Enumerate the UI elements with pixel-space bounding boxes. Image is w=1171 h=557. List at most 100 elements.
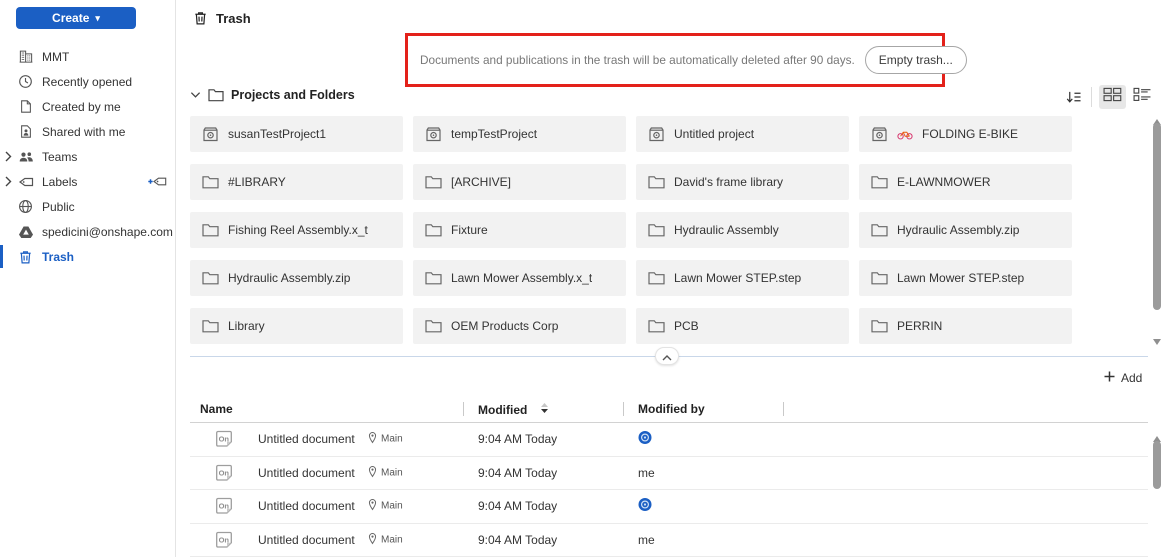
folder-icon: [208, 88, 224, 102]
column-divider[interactable]: [783, 402, 784, 416]
document-name: Untitled document: [258, 533, 355, 547]
card-name: Fixture: [451, 223, 488, 237]
create-button[interactable]: Create ▾: [16, 7, 136, 29]
empty-trash-button[interactable]: Empty trash...: [865, 46, 967, 74]
folder-card-perrin[interactable]: PERRIN: [859, 308, 1072, 344]
scrollbar-thumb[interactable]: [1153, 441, 1161, 489]
sidebar-item-label: spedicini@onshape.com: [42, 225, 173, 239]
modified-by: [638, 431, 652, 448]
sidebar-item-teams[interactable]: Teams: [0, 144, 175, 169]
sidebar-item-shared-with-me[interactable]: Shared with me: [0, 119, 175, 144]
sidebar-item-label: Public: [42, 200, 75, 214]
project-icon: [871, 126, 888, 142]
sidebar-item-trash[interactable]: Trash: [0, 244, 175, 269]
scroll-down-arrow[interactable]: [1153, 332, 1161, 338]
document-row[interactable]: OnUntitled documentMain9:04 AM Today: [190, 423, 1148, 457]
card-name: PERRIN: [897, 319, 942, 333]
sidebar-item-label: Recently opened: [42, 75, 132, 89]
modified-by: [638, 498, 652, 515]
add-button-label: Add: [1121, 371, 1142, 385]
folder-card-pcb[interactable]: PCB: [636, 308, 849, 344]
page-header: Trash: [193, 10, 251, 26]
document-row[interactable]: OnUntitled documentMain9:04 AM Todayme: [190, 457, 1148, 491]
sidebar-item-label: Labels: [42, 175, 77, 189]
sidebar-item-public[interactable]: Public: [0, 194, 175, 219]
folder-card-hydraulic-assembly[interactable]: Hydraulic Assembly: [636, 212, 849, 248]
list-view-button[interactable]: [1129, 85, 1156, 109]
workspace-label: Main: [381, 534, 403, 545]
scrollbar-thumb[interactable]: [1153, 123, 1161, 310]
column-header-modified-by[interactable]: Modified by: [638, 402, 705, 416]
folder-icon: [648, 271, 665, 285]
document-row[interactable]: OnUntitled documentMain9:04 AM Today: [190, 490, 1148, 524]
workspace-label: Main: [381, 467, 403, 478]
column-divider[interactable]: [463, 402, 464, 416]
folder-icon: [202, 223, 219, 237]
column-header-name[interactable]: Name: [200, 402, 233, 416]
folder-icon: [425, 319, 442, 333]
sidebar-item-spedicini-onshape-com[interactable]: spedicini@onshape.com: [0, 219, 175, 244]
folders-scrollbar[interactable]: [1149, 110, 1165, 358]
folder-icon: [871, 319, 888, 333]
document-row[interactable]: OnUntitled documentMain9:04 AM Todayme: [190, 524, 1148, 557]
folder-card-hydraulic-assembly-zip[interactable]: Hydraulic Assembly.zip: [859, 212, 1072, 248]
card-name: OEM Products Corp: [451, 319, 558, 333]
svg-text:On: On: [219, 535, 230, 544]
company-icon: [17, 49, 34, 65]
add-label-icon[interactable]: [147, 174, 167, 190]
column-divider[interactable]: [623, 402, 624, 416]
projects-folders-section-header[interactable]: Projects and Folders: [190, 88, 355, 102]
collapse-section-button[interactable]: [655, 347, 679, 365]
document-icon: [17, 99, 34, 115]
folder-card-fishing-reel-assembly-x-t[interactable]: Fishing Reel Assembly.x_t: [190, 212, 403, 248]
folder-card-library[interactable]: Library: [190, 308, 403, 344]
folder-card-oem-products-corp[interactable]: OEM Products Corp: [413, 308, 626, 344]
column-header-modified[interactable]: Modified: [478, 402, 549, 417]
folder-card-lawn-mower-step-step[interactable]: Lawn Mower STEP.step: [636, 260, 849, 296]
sidebar-item-mmt[interactable]: MMT: [0, 44, 175, 69]
card-name: Fishing Reel Assembly.x_t: [228, 223, 368, 237]
chevron-right-icon[interactable]: [3, 149, 13, 165]
sidebar-item-created-by-me[interactable]: Created by me: [0, 94, 175, 119]
page-title: Trash: [216, 11, 251, 26]
chevron-right-icon[interactable]: [3, 174, 13, 190]
folder-icon: [871, 223, 888, 237]
sort-descending-icon[interactable]: [1062, 90, 1084, 105]
folder-card-david-s-frame-library[interactable]: David's frame library: [636, 164, 849, 200]
folder-card-lawn-mower-step-step[interactable]: Lawn Mower STEP.step: [859, 260, 1072, 296]
caret-down-icon: ▾: [95, 14, 100, 23]
folder-card-hydraulic-assembly-zip[interactable]: Hydraulic Assembly.zip: [190, 260, 403, 296]
folder-icon: [648, 319, 665, 333]
document-name: Untitled document: [258, 499, 355, 513]
svg-text:On: On: [219, 468, 230, 477]
document-name: Untitled document: [258, 432, 355, 446]
folder-icon: [871, 175, 888, 189]
trash-icon: [193, 10, 208, 26]
card-name: FOLDING E-BIKE: [922, 127, 1018, 141]
folder-card-archive[interactable]: [ARCHIVE]: [413, 164, 626, 200]
folder-icon: [425, 271, 442, 285]
workspace-label: Main: [381, 434, 403, 445]
folder-card-lawn-mower-assembly-x-t[interactable]: Lawn Mower Assembly.x_t: [413, 260, 626, 296]
project-card-temptestproject[interactable]: tempTestProject: [413, 116, 626, 152]
sidebar-item-recently-opened[interactable]: Recently opened: [0, 69, 175, 94]
project-card-untitled-project[interactable]: Untitled project: [636, 116, 849, 152]
view-controls: [1062, 84, 1159, 110]
project-card-folding-e-bike[interactable]: FOLDING E-BIKE: [859, 116, 1072, 152]
scroll-up-arrow[interactable]: [1153, 429, 1161, 435]
avatar-icon: [638, 498, 652, 515]
card-name: Lawn Mower Assembly.x_t: [451, 271, 592, 285]
sidebar-item-label: Shared with me: [42, 125, 125, 139]
table-scrollbar[interactable]: [1149, 425, 1165, 555]
list-view-icon: [1133, 87, 1152, 107]
workspace-indicator: Main: [368, 532, 403, 547]
folder-card-e-lawnmower[interactable]: E-LAWNMOWER: [859, 164, 1072, 200]
folder-card-fixture[interactable]: Fixture: [413, 212, 626, 248]
trash-retention-notice: Documents and publications in the trash …: [420, 53, 855, 67]
grid-view-button[interactable]: [1099, 85, 1126, 109]
sidebar-item-labels[interactable]: Labels: [0, 169, 175, 194]
scroll-up-arrow[interactable]: [1153, 112, 1161, 118]
folder-card-library[interactable]: #LIBRARY: [190, 164, 403, 200]
add-button[interactable]: Add: [1104, 371, 1142, 385]
project-card-susantestproject1[interactable]: susanTestProject1: [190, 116, 403, 152]
